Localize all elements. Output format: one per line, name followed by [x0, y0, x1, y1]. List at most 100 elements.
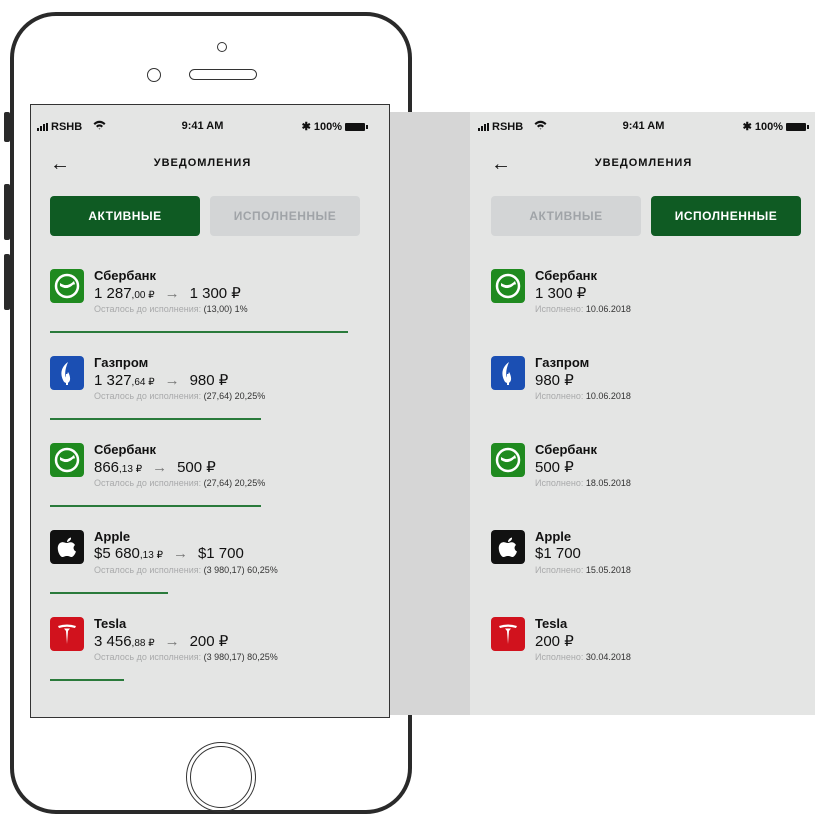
remaining-info: Осталось до исполнения: (13,00) 1%	[94, 304, 248, 314]
progress-bar	[50, 505, 261, 507]
tesla-logo-icon	[50, 617, 84, 651]
company-name: Tesla	[535, 616, 568, 631]
tab-bar: АКТИВНЫЕ ИСПОЛНЕННЫЕ	[491, 196, 801, 236]
company-name: Apple	[94, 529, 131, 544]
executed-info: Исполнено: 15.05.2018	[535, 565, 631, 575]
page-title: УВЕДОМЛЕНИЯ	[153, 157, 252, 169]
progress-bar	[50, 418, 261, 420]
arrow-right-icon: →	[164, 633, 180, 650]
current-price: 3 456	[94, 633, 132, 650]
current-price-decimals: ,13 ₽	[119, 464, 143, 475]
remaining-value: (27,64) 20,25%	[203, 391, 266, 401]
progress-bar	[50, 331, 348, 333]
active-alerts-list: Сбербанк 1 287,00 ₽ → 1 300 ₽ Осталось до ис…	[50, 264, 370, 699]
sber-logo-icon	[491, 269, 525, 303]
current-price: 1 327	[94, 372, 132, 389]
executed-label: Исполнено:	[535, 304, 584, 314]
executed-info: Исполнено: 18.05.2018	[535, 478, 631, 488]
remaining-info: Осталось до исполнения: (27,64) 20,25%	[94, 391, 265, 401]
list-item[interactable]: Tesla 3 456,88 ₽ → 200 ₽ Осталось до исполне…	[50, 612, 370, 699]
battery-icon	[345, 122, 368, 131]
target-price: 980 ₽	[189, 372, 229, 389]
list-item[interactable]: Сбербанк 1 300 ₽ Исполнено: 10.06.2018	[491, 264, 811, 351]
tab-active[interactable]: АКТИВНЫЕ	[50, 196, 200, 236]
executed-info: Исполнено: 10.06.2018	[535, 304, 631, 314]
executed-date: 30.04.2018	[585, 652, 631, 662]
remaining-value: (27,64) 20,25%	[203, 478, 266, 488]
executed-date: 10.06.2018	[585, 391, 631, 401]
company-name: Газпром	[535, 355, 590, 370]
executed-info: Исполнено: 10.06.2018	[535, 391, 631, 401]
current-price-decimals: ,64 ₽	[131, 377, 155, 388]
remaining-info: Осталось до исполнения: (3 980,17) 80,25…	[94, 652, 278, 662]
remaining-value: (13,00) 1%	[203, 304, 248, 314]
bluetooth-icon: ✱	[301, 121, 311, 133]
list-item[interactable]: Apple $1 700 Исполнено: 15.05.2018	[491, 525, 811, 612]
nav-bar: ← УВЕДОМЛЕНИЯ	[31, 152, 375, 178]
front-camera	[147, 68, 161, 82]
tab-active[interactable]: АКТИВНЫЕ	[491, 196, 641, 236]
battery-icon	[786, 122, 809, 131]
camera-dot	[217, 42, 227, 52]
executed-label: Исполнено:	[535, 652, 584, 662]
battery-percent: 100%	[313, 120, 342, 133]
done-alerts-list: Сбербанк 1 300 ₽ Исполнено: 10.06.2018 Газп…	[491, 264, 811, 699]
remaining-label: Осталось до исполнения:	[94, 565, 202, 575]
list-item[interactable]: Apple $5 680,13 ₽ → $1 700 Осталось до испол…	[50, 525, 370, 612]
executed-date: 18.05.2018	[585, 478, 631, 488]
target-price: 200 ₽	[189, 633, 229, 650]
executed-label: Исполнено:	[535, 391, 584, 401]
arrow-right-icon: →	[164, 285, 180, 302]
executed-price: $1 700	[535, 545, 581, 562]
price-line: 1 287,00 ₽ → 1 300 ₽	[94, 284, 241, 302]
status-bar: RSHB 9:41 AM ✱ 100%	[471, 112, 815, 140]
current-price-decimals: ,00 ₽	[131, 290, 155, 301]
current-price: 1 287	[94, 285, 132, 302]
arrow-right-icon: →	[172, 545, 188, 562]
price-line: 3 456,88 ₽ → 200 ₽	[94, 632, 228, 650]
list-item[interactable]: Газпром 980 ₽ Исполнено: 10.06.2018	[491, 351, 811, 438]
executed-price: 500 ₽	[535, 459, 574, 476]
apple-logo-icon	[491, 530, 525, 564]
nav-bar: ← УВЕДОМЛЕНИЯ	[471, 152, 815, 178]
progress-bar	[50, 679, 124, 681]
target-price: $1 700	[197, 545, 244, 562]
screen-active: RSHB 9:41 AM ✱ 100% ← УВЕДОМЛЕНИЯ АКТИВН…	[30, 104, 390, 718]
executed-price: 980 ₽	[535, 372, 574, 389]
home-button[interactable]	[186, 742, 256, 812]
remaining-label: Осталось до исполнения:	[94, 391, 202, 401]
sber-logo-icon	[50, 443, 84, 477]
sber-logo-icon	[50, 269, 84, 303]
screen-done: RSHB 9:41 AM ✱ 100% ← УВЕДОМЛЕНИЯ АКТИВН…	[470, 112, 815, 715]
company-name: Сбербанк	[535, 442, 598, 457]
tab-done[interactable]: ИСПОЛНЕННЫЕ	[651, 196, 801, 236]
executed-info: Исполнено: 30.04.2018	[535, 652, 631, 662]
progress-bar	[50, 592, 168, 594]
list-item[interactable]: Сбербанк 500 ₽ Исполнено: 18.05.2018	[491, 438, 811, 525]
company-name: Сбербанк	[94, 442, 157, 457]
price-line: 1 327,64 ₽ → 980 ₽	[94, 371, 228, 389]
arrow-right-icon: →	[152, 459, 168, 476]
gazprom-logo-icon	[50, 356, 84, 390]
list-item[interactable]: Сбербанк 1 287,00 ₽ → 1 300 ₽ Осталось до ис…	[50, 264, 370, 351]
executed-price: 1 300 ₽	[535, 285, 587, 302]
price-line: $5 680,13 ₽ → $1 700	[94, 545, 244, 562]
apple-logo-icon	[50, 530, 84, 564]
tab-done[interactable]: ИСПОЛНЕННЫЕ	[210, 196, 360, 236]
page-title: УВЕДОМЛЕНИЯ	[594, 157, 693, 169]
remaining-info: Осталось до исполнения: (27,64) 20,25%	[94, 478, 265, 488]
remaining-value: (3 980,17) 80,25%	[203, 652, 278, 662]
arrow-right-icon: →	[164, 372, 180, 389]
battery-percent: 100%	[754, 120, 783, 133]
target-price: 1 300 ₽	[189, 285, 241, 302]
current-price: $5 680	[94, 545, 140, 562]
tab-bar: АКТИВНЫЕ ИСПОЛНЕННЫЕ	[50, 196, 360, 236]
company-name: Tesla	[94, 616, 127, 631]
list-item[interactable]: Газпром 1 327,64 ₽ → 980 ₽ Осталось до испол…	[50, 351, 370, 438]
remaining-label: Осталось до исполнения:	[94, 478, 202, 488]
current-price-decimals: ,13 ₽	[139, 550, 163, 561]
list-item[interactable]: Сбербанк 866,13 ₽ → 500 ₽ Осталось до исполн…	[50, 438, 370, 525]
tesla-logo-icon	[491, 617, 525, 651]
target-price: 500 ₽	[177, 459, 216, 476]
list-item[interactable]: Tesla 200 ₽ Исполнено: 30.04.2018	[491, 612, 811, 699]
